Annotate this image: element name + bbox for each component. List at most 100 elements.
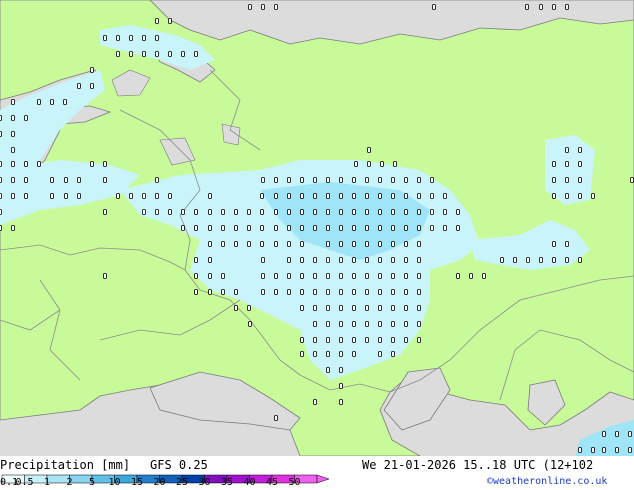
precip-marker	[248, 4, 252, 10]
precip-marker	[326, 225, 330, 231]
precip-marker	[116, 193, 120, 199]
precip-marker	[630, 177, 634, 183]
precip-marker	[208, 257, 212, 263]
precip-marker	[391, 193, 395, 199]
precip-marker	[208, 241, 212, 247]
precip-marker	[300, 177, 304, 183]
precip-marker	[234, 225, 238, 231]
precip-marker	[64, 193, 68, 199]
precip-marker	[181, 51, 185, 57]
precip-marker	[482, 273, 486, 279]
precip-marker	[77, 177, 81, 183]
precip-marker	[313, 321, 317, 327]
precip-marker	[391, 273, 395, 279]
precip-marker	[274, 415, 278, 421]
precip-marker	[578, 177, 582, 183]
precip-marker	[378, 225, 382, 231]
precip-marker	[287, 177, 291, 183]
precip-marker	[326, 273, 330, 279]
precip-marker	[326, 305, 330, 311]
precip-marker	[456, 273, 460, 279]
precip-marker	[168, 51, 172, 57]
precip-marker	[365, 177, 369, 183]
precip-marker	[417, 257, 421, 263]
precip-marker	[591, 193, 595, 199]
legend-tick-label: 0.5	[15, 477, 34, 488]
precip-marker	[378, 241, 382, 247]
precip-marker	[274, 4, 278, 10]
precip-marker	[391, 321, 395, 327]
precip-marker	[367, 147, 371, 153]
precip-marker	[300, 209, 304, 215]
precip-marker	[365, 241, 369, 247]
precip-marker	[155, 193, 159, 199]
precip-marker	[194, 209, 198, 215]
precip-marker	[274, 241, 278, 247]
credit-link[interactable]: ©weatheronline.co.uk	[487, 477, 607, 487]
precip-marker	[208, 193, 212, 199]
precip-marker	[181, 209, 185, 215]
precip-marker	[248, 321, 252, 327]
footer-bar: Precipitation [mm] GFS 0.25 We 21-01-202…	[0, 456, 634, 490]
precip-marker	[443, 225, 447, 231]
precip-marker	[417, 337, 421, 343]
precip-marker	[247, 225, 251, 231]
precip-marker	[313, 257, 317, 263]
legend-tick-label: 35	[221, 477, 234, 488]
precip-marker	[339, 257, 343, 263]
precip-marker	[274, 209, 278, 215]
precip-marker	[300, 225, 304, 231]
precip-marker	[417, 193, 421, 199]
precip-marker	[391, 305, 395, 311]
precip-marker	[378, 177, 382, 183]
precip-marker	[0, 115, 2, 121]
precip-marker	[50, 177, 54, 183]
precip-marker	[443, 193, 447, 199]
legend-tick-label: 15	[131, 477, 144, 488]
precip-marker	[378, 273, 382, 279]
precip-marker	[404, 193, 408, 199]
precip-marker	[300, 193, 304, 199]
precip-marker	[247, 241, 251, 247]
precip-marker	[391, 209, 395, 215]
precip-marker	[155, 177, 159, 183]
precip-marker	[352, 193, 356, 199]
precip-marker	[552, 241, 556, 247]
precip-marker	[313, 225, 317, 231]
precip-marker	[352, 321, 356, 327]
precip-marker	[578, 447, 582, 453]
precip-marker	[261, 257, 265, 263]
precip-marker	[129, 193, 133, 199]
precip-marker	[456, 225, 460, 231]
precip-marker	[300, 257, 304, 263]
precip-marker	[391, 289, 395, 295]
precip-marker	[552, 4, 556, 10]
precip-marker	[0, 131, 2, 137]
precip-marker	[591, 447, 595, 453]
precip-marker	[261, 273, 265, 279]
precip-marker	[326, 209, 330, 215]
precip-marker	[11, 193, 15, 199]
precip-marker	[194, 273, 198, 279]
precip-marker	[208, 289, 212, 295]
legend-tick-label: 1	[44, 477, 51, 488]
precip-marker	[142, 51, 146, 57]
precip-marker	[365, 257, 369, 263]
precip-marker	[352, 209, 356, 215]
legend-tick-label: 2	[66, 477, 73, 488]
precip-marker	[300, 305, 304, 311]
precip-marker	[526, 257, 530, 263]
precip-marker	[539, 257, 543, 263]
precip-marker	[116, 35, 120, 41]
precip-marker	[339, 289, 343, 295]
precip-marker	[326, 193, 330, 199]
precip-marker	[24, 193, 28, 199]
precip-marker	[326, 337, 330, 343]
precip-marker	[168, 193, 172, 199]
precip-marker	[221, 273, 225, 279]
precip-marker	[378, 209, 382, 215]
precip-marker	[367, 161, 371, 167]
precip-marker	[90, 83, 94, 89]
precip-marker	[326, 289, 330, 295]
precip-marker	[326, 367, 330, 373]
